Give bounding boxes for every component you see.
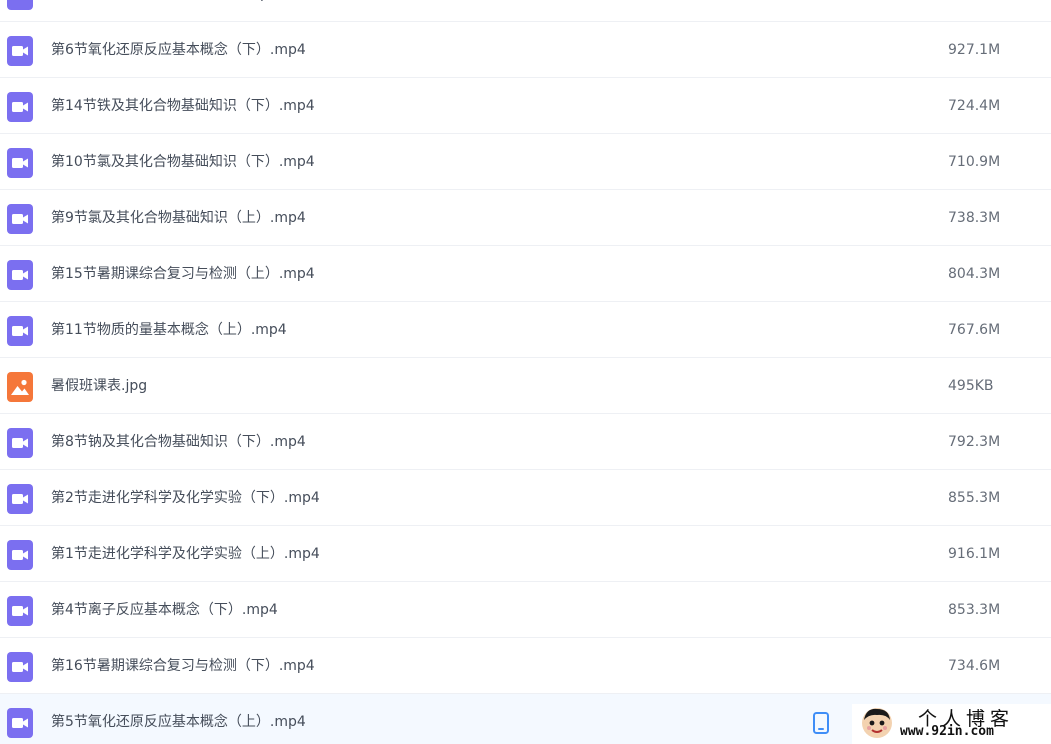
file-name[interactable]: 第4节离子反应基本概念（下）.mp4	[51, 582, 278, 638]
video-file-icon	[7, 204, 33, 234]
video-file-icon	[7, 36, 33, 66]
file-name[interactable]: 第14节铁及其化合物基础知识（下）.mp4	[51, 78, 315, 134]
file-name[interactable]: 第5节氧化还原反应基本概念（上）.mp4	[51, 694, 306, 744]
file-size: 734.6M	[948, 658, 1001, 674]
file-name[interactable]: 第15节暑期课综合复习与检测（上）.mp4	[51, 246, 315, 302]
file-row[interactable]: 第6节氧化还原反应基本概念（下）.mp4 927.1M	[0, 22, 1051, 78]
file-size: 495KB	[948, 378, 994, 394]
file-size: 804.3M	[948, 266, 1001, 282]
watermark-url: www.92in.com	[900, 724, 994, 739]
file-name[interactable]: 第1节走进化学科学及化学实验（上）.mp4	[51, 526, 320, 582]
video-file-icon	[7, 596, 33, 626]
file-size: 767.6M	[948, 322, 1001, 338]
file-size: 855.3M	[948, 490, 1001, 506]
file-name[interactable]: 第9节氯及其化合物基础知识（上）.mp4	[51, 190, 306, 246]
file-size: 927.1M	[948, 42, 1001, 58]
video-file-icon	[7, 148, 33, 178]
file-row[interactable]: 暑假班课表.jpg 495KB	[0, 358, 1051, 414]
file-name[interactable]: 第2节走进化学科学及化学实验（下）.mp4	[51, 470, 320, 526]
file-row[interactable]: 第10节氯及其化合物基础知识（下）.mp4 710.9M	[0, 134, 1051, 190]
video-file-icon	[7, 540, 33, 570]
file-size: 738.3M	[948, 210, 1001, 226]
file-list: 第7节物质的量基本概念（上）.mp4第6节氧化还原反应基本概念（下）.mp4 92…	[0, 0, 1051, 744]
file-size: 853.3M	[948, 602, 1001, 618]
video-file-icon	[7, 316, 33, 346]
file-row[interactable]: 第4节离子反应基本概念（下）.mp4 853.3M	[0, 582, 1051, 638]
image-file-icon	[7, 372, 33, 402]
file-row[interactable]: 第7节物质的量基本概念（上）.mp4	[0, 0, 1051, 22]
file-row[interactable]: 第16节暑期课综合复习与检测（下）.mp4 734.6M	[0, 638, 1051, 694]
file-name[interactable]: 暑假班课表.jpg	[51, 358, 147, 414]
file-row[interactable]: 第11节物质的量基本概念（上）.mp4 767.6M	[0, 302, 1051, 358]
file-row[interactable]: 第8节钠及其化合物基础知识（下）.mp4 792.3M	[0, 414, 1051, 470]
video-file-icon	[7, 652, 33, 682]
watermark: 个人博客 www.92in.com	[852, 704, 1051, 744]
mobile-phone-icon[interactable]	[812, 712, 830, 734]
file-size: 916.1M	[948, 546, 1001, 562]
file-row[interactable]: 第1节走进化学科学及化学实验（上）.mp4 916.1M	[0, 526, 1051, 582]
file-size: 710.9M	[948, 154, 1001, 170]
file-size: 792.3M	[948, 434, 1001, 450]
file-row[interactable]: 第2节走进化学科学及化学实验（下）.mp4 855.3M	[0, 470, 1051, 526]
video-file-icon	[7, 92, 33, 122]
file-name[interactable]: 第10节氯及其化合物基础知识（下）.mp4	[51, 134, 315, 190]
video-file-icon	[7, 428, 33, 458]
file-size: 724.4M	[948, 98, 1001, 114]
file-name[interactable]: 第8节钠及其化合物基础知识（下）.mp4	[51, 414, 306, 470]
file-row[interactable]: 第15节暑期课综合复习与检测（上）.mp4 804.3M	[0, 246, 1051, 302]
video-file-icon	[7, 260, 33, 290]
video-file-icon	[7, 0, 33, 10]
file-name[interactable]: 第6节氧化还原反应基本概念（下）.mp4	[51, 22, 306, 78]
file-rows: 第7节物质的量基本概念（上）.mp4第6节氧化还原反应基本概念（下）.mp4 92…	[0, 0, 1051, 744]
video-file-icon	[7, 484, 33, 514]
file-name[interactable]: 第11节物质的量基本概念（上）.mp4	[51, 302, 287, 358]
file-name[interactable]: 第16节暑期课综合复习与检测（下）.mp4	[51, 638, 315, 694]
file-name[interactable]: 第7节物质的量基本概念（上）.mp4	[51, 0, 278, 22]
video-file-icon	[7, 708, 33, 738]
cartoon-avatar-icon	[860, 706, 894, 740]
file-row[interactable]: 第9节氯及其化合物基础知识（上）.mp4 738.3M	[0, 190, 1051, 246]
file-row[interactable]: 第14节铁及其化合物基础知识（下）.mp4 724.4M	[0, 78, 1051, 134]
